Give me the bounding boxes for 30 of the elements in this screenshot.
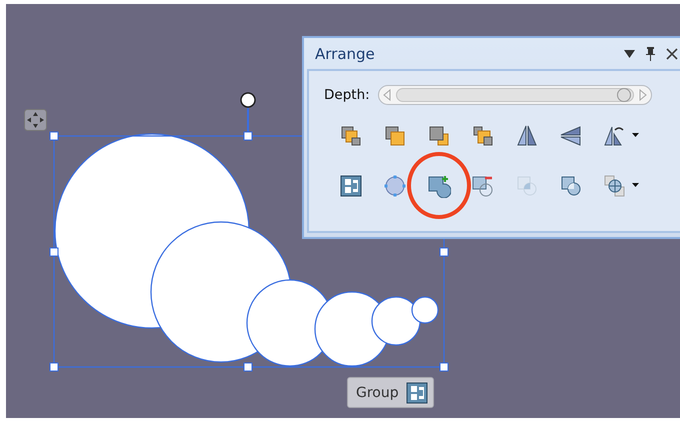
resize-handle[interactable] [440,248,448,256]
resize-handle[interactable] [440,362,448,372]
circle-handles-icon[interactable] [383,174,407,198]
group-button[interactable]: Group [347,377,434,408]
move-icon[interactable] [24,109,47,131]
group-icon[interactable] [339,174,363,198]
stacked-squares-icon[interactable] [339,124,363,148]
close-icon[interactable] [666,48,678,60]
flip-vertical-icon[interactable] [559,124,583,148]
resize-handle[interactable] [244,132,252,140]
flip-horizontal-icon[interactable] [515,124,539,148]
shape-fragment-icon[interactable] [603,174,627,198]
caret-icon[interactable] [632,133,639,137]
pin-icon[interactable] [645,46,656,60]
resize-handle[interactable] [50,132,58,140]
rotation-handle[interactable] [240,92,256,132]
resize-handle[interactable] [50,248,58,256]
shape-combine-icon[interactable] [559,174,583,198]
stacked-squares-icon[interactable] [383,124,407,148]
resize-handle[interactable] [50,362,58,372]
shape-subtract-icon[interactable] [471,174,495,198]
stacked-squares-icon[interactable] [471,124,495,148]
dropdown-icon[interactable] [624,50,635,58]
caret-icon[interactable] [632,183,639,187]
resize-handle[interactable] [244,362,252,372]
panel-title: Arrange [315,44,376,62]
depth-slider[interactable] [378,85,652,105]
depth-label: Depth: [324,87,370,103]
group-icon [404,380,429,404]
shape-union-icon[interactable] [427,174,451,198]
